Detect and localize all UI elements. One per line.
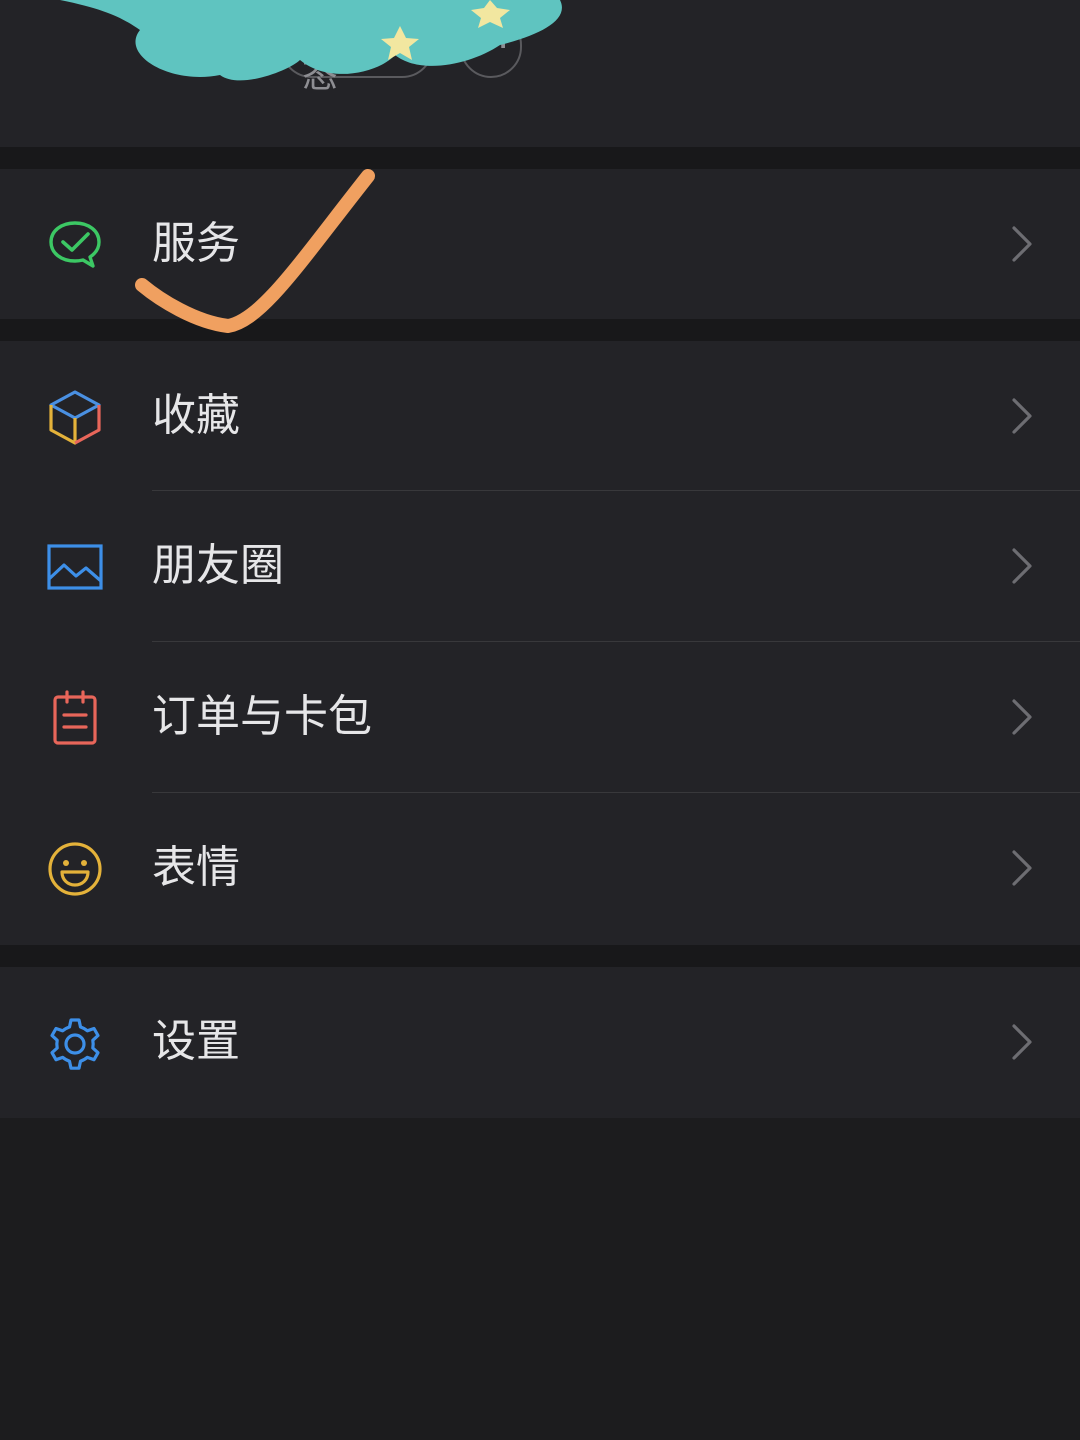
menu-item-settings[interactable]: 设置 bbox=[0, 967, 1080, 1118]
chevron-right-icon bbox=[1012, 699, 1032, 735]
menu-item-moments[interactable]: 朋友圈 bbox=[0, 491, 1080, 642]
menu-item-label: 朋友圈 bbox=[152, 540, 284, 591]
menu-item-label: 表情 bbox=[152, 842, 240, 893]
menu-item-label: 服务 bbox=[152, 218, 240, 269]
gear-icon bbox=[44, 1015, 106, 1073]
cloud-sticker bbox=[60, 0, 562, 81]
smile-emoji-icon bbox=[44, 840, 106, 898]
menu-item-label: 收藏 bbox=[152, 390, 240, 441]
features-group: 收藏 朋友圈 订单与卡包 表情 bbox=[0, 341, 1080, 945]
card-clipboard-icon bbox=[44, 689, 106, 747]
menu-item-stickers[interactable]: 表情 bbox=[0, 793, 1080, 945]
status-button-label: + 状态 bbox=[302, 0, 380, 96]
moments-image-icon bbox=[44, 538, 106, 596]
chevron-right-icon bbox=[1012, 398, 1032, 434]
menu-item-label: 订单与卡包 bbox=[152, 691, 372, 742]
settings-group: 设置 bbox=[0, 967, 1080, 1118]
profile-header: + 状态 ⋯ bbox=[0, 0, 1080, 147]
empty-area bbox=[0, 1118, 1080, 1440]
chevron-right-icon bbox=[1012, 1024, 1032, 1060]
menu-item-favorites[interactable]: 收藏 bbox=[0, 341, 1080, 491]
group-separator bbox=[0, 147, 1080, 169]
wechat-pay-icon bbox=[44, 216, 106, 274]
chevron-right-icon bbox=[1012, 226, 1032, 262]
more-status-button[interactable]: ⋯ bbox=[460, 14, 522, 78]
services-group: 服务 bbox=[0, 169, 1080, 319]
more-icon: ⋯ bbox=[473, 25, 509, 66]
me-page: + 状态 ⋯ 服务 收藏 朋友圈 订单与卡包 表情 设置 bbox=[0, 0, 1080, 1440]
chevron-right-icon bbox=[1012, 548, 1032, 584]
chevron-right-icon bbox=[1012, 850, 1032, 886]
menu-item-label: 设置 bbox=[152, 1016, 240, 1067]
menu-item-orders-cards[interactable]: 订单与卡包 bbox=[0, 642, 1080, 793]
menu-item-services[interactable]: 服务 bbox=[0, 169, 1080, 319]
group-separator bbox=[0, 319, 1080, 341]
group-separator bbox=[0, 945, 1080, 967]
favorites-cube-icon bbox=[44, 388, 106, 446]
add-status-button[interactable]: + 状态 bbox=[280, 0, 434, 96]
